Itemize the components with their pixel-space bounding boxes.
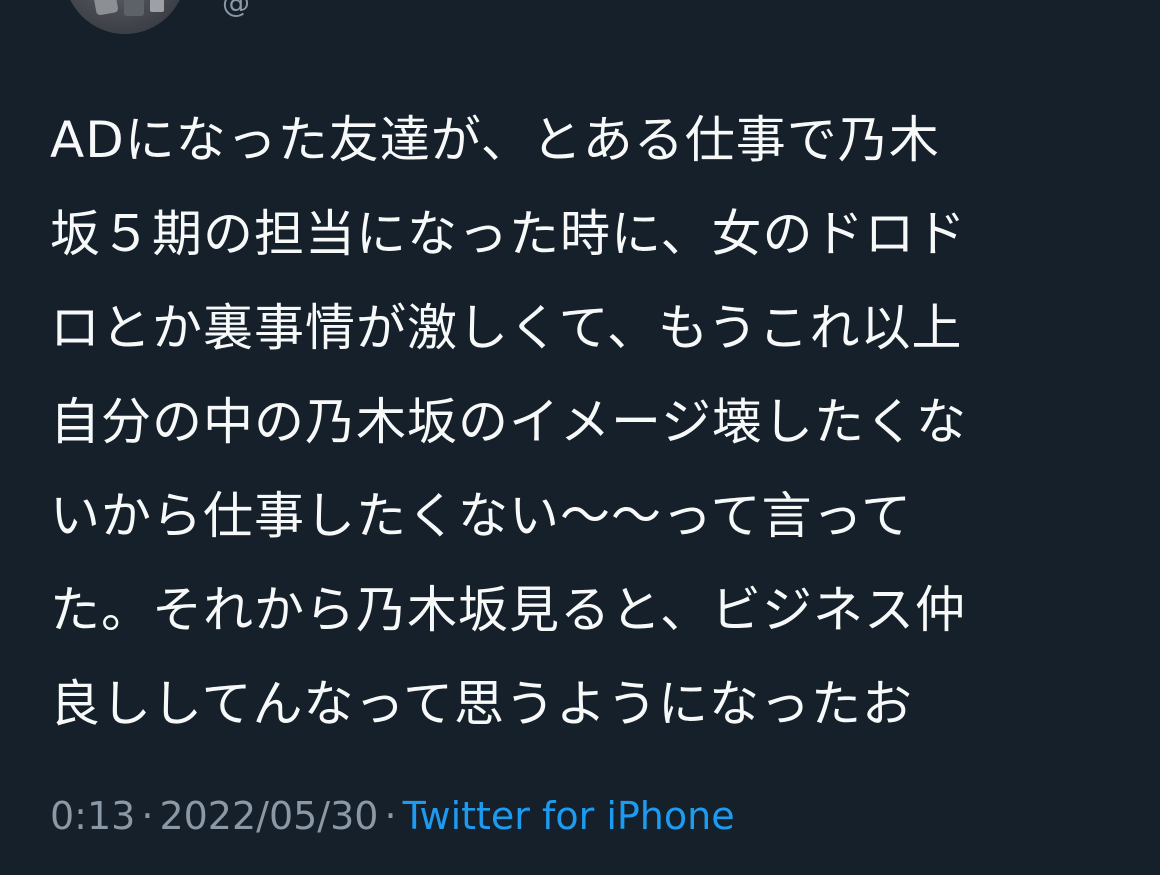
tweet-time[interactable]: 0:13 — [50, 794, 135, 838]
tweet-text-line: 坂５期の担当になった時に、女のドロド — [50, 205, 967, 263]
avatar-figure-right — [150, 0, 164, 12]
tweet-text-line: ADになった友達が、とある仕事で乃木 — [50, 111, 940, 169]
meta-separator: · — [384, 794, 397, 838]
avatar[interactable] — [64, 0, 186, 34]
tweet-text-line: ロとか裏事情が激しくて、もうこれ以上 — [50, 299, 963, 357]
meta-separator: · — [141, 794, 154, 838]
tweet-text: ADになった友達が、とある仕事で乃木 坂５期の担当になった時に、女のドロド ロと… — [50, 100, 1130, 758]
tweet-text-line: 良ししてんなって思うようになったお — [50, 675, 913, 733]
user-handle[interactable]: @ — [222, 0, 250, 19]
avatar-figure-left — [91, 0, 119, 16]
tweet-text-line: た。それから乃木坂見ると、ビジネス仲 — [50, 581, 966, 639]
tweet-metadata: 0:13 · 2022/05/30 · Twitter for iPhone — [50, 792, 735, 840]
avatar-figure-center — [124, 0, 144, 16]
tweet-date[interactable]: 2022/05/30 — [159, 794, 378, 838]
tweet-text-line: いから仕事したくない〜〜って言って — [50, 487, 912, 545]
tweet-source-link[interactable]: Twitter for iPhone — [403, 794, 735, 838]
tweet-text-line: 自分の中の乃木坂のイメージ壊したくな — [50, 393, 967, 451]
